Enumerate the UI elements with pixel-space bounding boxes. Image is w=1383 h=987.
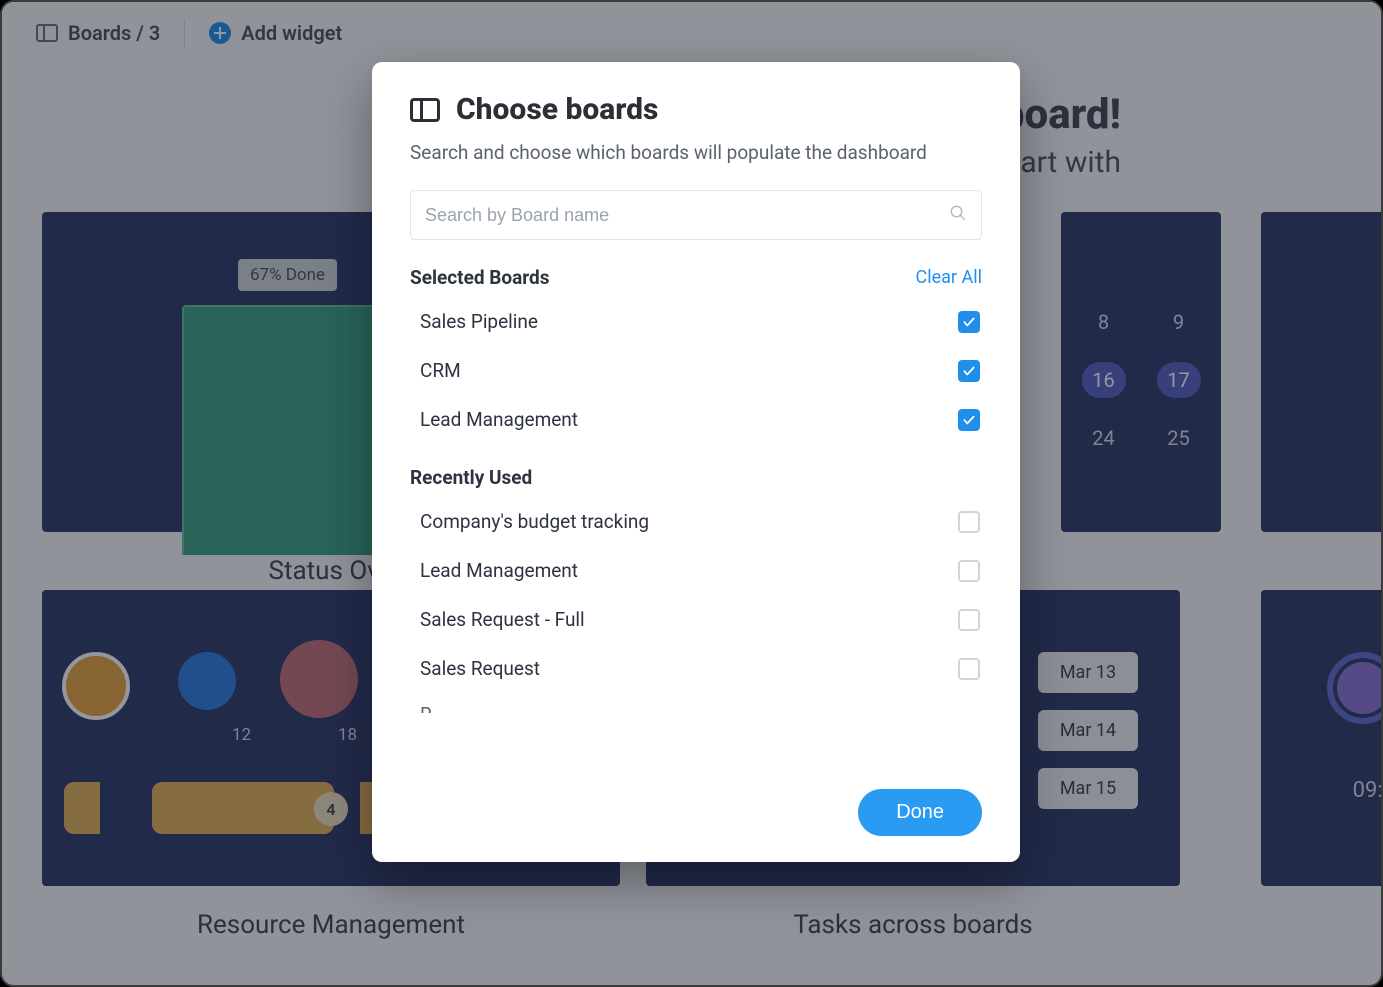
board-row-label: Sales Pipeline [420,310,538,333]
list-overflow-hint: R… [410,703,982,713]
board-row-label: Sales Request - Full [420,608,585,631]
board-row-label: Company's budget tracking [420,510,649,533]
selected-boards-header: Selected Boards Clear All [410,266,982,289]
board-checkbox[interactable] [958,409,980,431]
board-row[interactable]: Lead Management [410,546,982,595]
modal-header: Choose boards [410,92,982,127]
board-checkbox[interactable] [958,511,980,533]
board-checkbox[interactable] [958,609,980,631]
selected-boards-list: Sales Pipeline CRM Lead Management [410,297,982,444]
board-row-label: Lead Management [420,559,578,582]
search-input[interactable] [425,205,949,226]
choose-boards-modal: Choose boards Search and choose which bo… [372,62,1020,862]
board-row[interactable]: Sales Request [410,644,982,693]
done-button[interactable]: Done [858,789,982,836]
board-row[interactable]: CRM [410,346,982,395]
board-row[interactable]: Company's budget tracking [410,497,982,546]
board-checkbox[interactable] [958,658,980,680]
modal-title: Choose boards [456,92,658,127]
board-search[interactable] [410,190,982,240]
board-checkbox[interactable] [958,311,980,333]
board-row[interactable]: Sales Pipeline [410,297,982,346]
board-row[interactable]: Sales Request - Full [410,595,982,644]
recent-boards-list: Company's budget tracking Lead Management… [410,497,982,693]
recent-header-label: Recently Used [410,466,982,489]
selected-header-label: Selected Boards [410,266,550,289]
modal-subtitle: Search and choose which boards will popu… [410,141,982,164]
modal-footer: Done [410,789,982,836]
board-checkbox[interactable] [958,360,980,382]
board-row-label: CRM [420,359,461,382]
clear-all-link[interactable]: Clear All [916,267,983,288]
board-row-label: Sales Request [420,657,540,680]
app-frame: Boards / 3 Add widget ashboard! start wi… [0,0,1383,987]
board-checkbox[interactable] [958,560,980,582]
boards-icon [410,98,440,122]
board-row-label: Lead Management [420,408,578,431]
board-row[interactable]: Lead Management [410,395,982,444]
search-icon [949,204,967,226]
